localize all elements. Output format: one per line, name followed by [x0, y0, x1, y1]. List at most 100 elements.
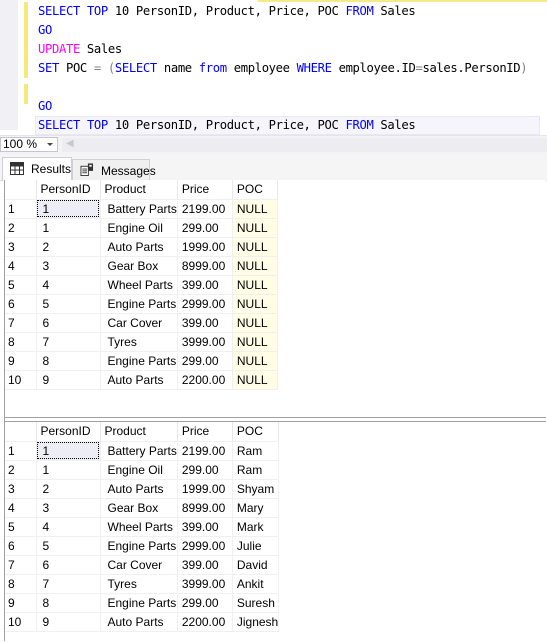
table-row[interactable]: 7 6 Car Cover 399.00 NULL	[5, 313, 278, 333]
code-line[interactable]: GO	[38, 97, 540, 116]
column-header-personid[interactable]: PersonID	[36, 180, 101, 200]
cell-price[interactable]: 3999.00	[177, 574, 233, 594]
row-number[interactable]: 7	[5, 555, 37, 575]
cell-product[interactable]: Car Cover	[100, 555, 178, 575]
row-number[interactable]: 1	[5, 441, 37, 461]
row-number[interactable]: 9	[5, 593, 37, 613]
cell-product[interactable]: Engine Parts	[100, 536, 178, 556]
cell-poc[interactable]: NULL	[232, 332, 278, 352]
cell-product[interactable]: Engine Parts	[100, 294, 178, 314]
column-header-price[interactable]: Price	[177, 422, 233, 442]
cell-poc[interactable]: Julie	[232, 536, 280, 556]
table-row[interactable]: 8 7 Tyres 3999.00 NULL	[5, 332, 278, 352]
cell-poc[interactable]: Shyam	[232, 479, 280, 499]
cell-poc[interactable]: Mark	[232, 517, 280, 537]
cell-personid[interactable]: 3	[36, 498, 101, 518]
cell-poc[interactable]: David	[232, 555, 280, 575]
cell-personid[interactable]: 6	[36, 555, 101, 575]
query-editor[interactable]: SELECT TOP 10 PersonID, Product, Price, …	[0, 0, 547, 135]
cell-price[interactable]: 399.00	[177, 555, 233, 575]
cell-product[interactable]: Auto Parts	[100, 612, 178, 632]
cell-product[interactable]: Tyres	[100, 574, 178, 594]
row-number[interactable]: 6	[5, 294, 37, 314]
table-row[interactable]: 6 5 Engine Parts 2999.00 NULL	[5, 294, 278, 314]
table-row[interactable]: 9 8 Engine Parts 299.00 Suresh	[5, 593, 280, 613]
cell-product[interactable]: Auto Parts	[100, 237, 178, 257]
cell-poc[interactable]: NULL	[232, 370, 278, 390]
cell-personid[interactable]: 2	[36, 237, 101, 257]
cell-product[interactable]: Engine Oil	[100, 218, 178, 238]
grid-corner[interactable]	[5, 180, 37, 200]
table-row[interactable]: 4 3 Gear Box 8999.00 Mary	[5, 498, 280, 518]
cell-personid[interactable]: 1	[36, 460, 101, 480]
tab-messages[interactable]: Messages	[72, 159, 156, 180]
code-line[interactable]: SET POC = (SELECT name from employee WHE…	[38, 59, 540, 78]
cell-poc[interactable]: NULL	[232, 237, 278, 257]
code-line[interactable]	[38, 78, 540, 97]
cell-personid[interactable]: 1	[36, 441, 101, 461]
table-row[interactable]: 3 2 Auto Parts 1999.00 Shyam	[5, 479, 280, 499]
cell-price[interactable]: 399.00	[177, 275, 233, 295]
cell-price[interactable]: 8999.00	[177, 256, 233, 276]
cell-personid[interactable]: 8	[36, 593, 101, 613]
cell-personid[interactable]: 2	[36, 479, 101, 499]
cell-personid[interactable]: 8	[36, 351, 101, 371]
cell-price[interactable]: 2200.00	[177, 612, 233, 632]
row-number[interactable]: 10	[5, 612, 37, 632]
cell-price[interactable]: 299.00	[177, 218, 233, 238]
table-row[interactable]: 1 1 Battery Parts 2199.00 NULL	[5, 199, 278, 219]
column-header-product[interactable]: Product	[100, 422, 178, 442]
horizontal-scrollbar[interactable]: ◀	[62, 138, 547, 152]
cell-price[interactable]: 399.00	[177, 517, 233, 537]
cell-product[interactable]: Car Cover	[100, 313, 178, 333]
cell-product[interactable]: Wheel Parts	[100, 517, 178, 537]
table-row[interactable]: 3 2 Auto Parts 1999.00 NULL	[5, 237, 278, 257]
cell-poc[interactable]: NULL	[232, 199, 278, 219]
row-number[interactable]: 5	[5, 275, 37, 295]
cell-price[interactable]: 2999.00	[177, 536, 233, 556]
cell-poc[interactable]: NULL	[232, 256, 278, 276]
row-number[interactable]: 4	[5, 256, 37, 276]
cell-price[interactable]: 2999.00	[177, 294, 233, 314]
table-row[interactable]: 2 1 Engine Oil 299.00 NULL	[5, 218, 278, 238]
cell-personid[interactable]: 9	[36, 612, 101, 632]
cell-poc[interactable]: NULL	[232, 313, 278, 333]
row-number[interactable]: 8	[5, 574, 37, 594]
cell-price[interactable]: 1999.00	[177, 479, 233, 499]
code-line[interactable]: SELECT TOP 10 PersonID, Product, Price, …	[35, 116, 540, 135]
cell-poc[interactable]: Mary	[232, 498, 280, 518]
cell-price[interactable]: 299.00	[177, 593, 233, 613]
cell-personid[interactable]: 6	[36, 313, 101, 333]
cell-product[interactable]: Engine Oil	[100, 460, 178, 480]
cell-personid[interactable]: 5	[36, 536, 101, 556]
result-grid-1[interactable]: PersonID Product Price POC 1 1 Battery Parts 21…	[5, 180, 546, 418]
table-row[interactable]: 2 1 Engine Oil 299.00 Ram	[5, 460, 280, 480]
result-grid-2[interactable]: PersonID Product Price POC 1 1 Battery Parts 21…	[5, 421, 546, 642]
sql-code[interactable]: SELECT TOP 10 PersonID, Product, Price, …	[35, 2, 540, 135]
row-number[interactable]: 9	[5, 351, 37, 371]
cell-price[interactable]: 2200.00	[177, 370, 233, 390]
cell-personid[interactable]: 7	[36, 332, 101, 352]
cell-price[interactable]: 3999.00	[177, 332, 233, 352]
cell-price[interactable]: 2199.00	[177, 441, 233, 461]
cell-product[interactable]: Wheel Parts	[100, 275, 178, 295]
cell-personid[interactable]: 3	[36, 256, 101, 276]
cell-product[interactable]: Auto Parts	[100, 479, 178, 499]
tab-results[interactable]: Results	[2, 157, 72, 181]
cell-product[interactable]: Engine Parts	[100, 593, 178, 613]
cell-product[interactable]: Battery Parts	[100, 441, 178, 461]
cell-poc[interactable]: NULL	[232, 218, 278, 238]
table-row[interactable]: 7 6 Car Cover 399.00 David	[5, 555, 280, 575]
column-header-personid[interactable]: PersonID	[36, 422, 101, 442]
cell-personid[interactable]: 1	[36, 199, 101, 219]
code-line[interactable]: UPDATE Sales	[38, 40, 540, 59]
cell-poc[interactable]: Jignesh	[232, 612, 280, 632]
cell-poc[interactable]: Ram	[232, 441, 280, 461]
table-row[interactable]: 1 1 Battery Parts 2199.00 Ram	[5, 441, 280, 461]
row-number[interactable]: 1	[5, 199, 37, 219]
cell-product[interactable]: Gear Box	[100, 256, 178, 276]
cell-poc[interactable]: Ankit	[232, 574, 280, 594]
row-number[interactable]: 10	[5, 370, 37, 390]
row-number[interactable]: 2	[5, 460, 37, 480]
row-number[interactable]: 2	[5, 218, 37, 238]
